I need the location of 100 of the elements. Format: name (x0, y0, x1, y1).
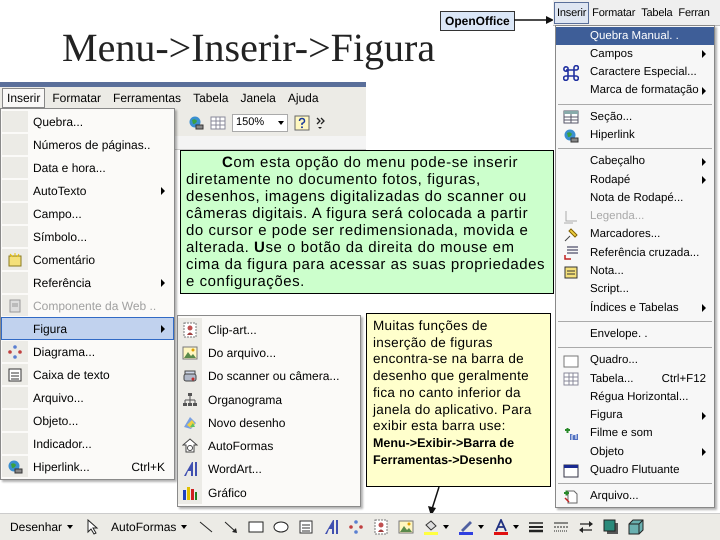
menu-item[interactable]: Hiperlink (556, 126, 714, 145)
menu-item[interactable]: Nota de Rodapé... (556, 189, 714, 208)
circle-dots-icon (7, 344, 23, 360)
file-icon (563, 488, 579, 505)
note-text: Muitas funções de inserção de figuras encontra-se na barra de desenho que geralmente fica no canto inferior da janela do aplicativo. Para exibir esta barra use: Menu->Exibir->Barra de Ferramentas->Desenho (366, 313, 551, 487)
menu-item[interactable]: Referência (1, 271, 174, 294)
menu-item[interactable]: Objeto... (1, 409, 174, 432)
menu-item[interactable]: Números de páginas.. (1, 133, 174, 156)
menu-item[interactable]: Quebra... (1, 110, 174, 133)
menu-item[interactable]: Do scanner ou câmera... (178, 364, 360, 388)
menu-item[interactable]: Quadro Flutuante (556, 462, 714, 480)
menu-item[interactable]: Diagrama... (1, 340, 174, 363)
oval-icon (273, 519, 290, 535)
callout-arrow (514, 14, 554, 26)
menu-bar-item[interactable]: Inserir (2, 88, 46, 108)
menu-item[interactable]: Filme e som (556, 424, 714, 444)
drawing-icon (182, 414, 198, 431)
menu-item[interactable]: Marcadores... (556, 226, 714, 244)
caret-icon (181, 525, 188, 529)
menu-item[interactable]: Marca de formatação (556, 82, 714, 100)
globe-icon (7, 458, 23, 474)
menu-item[interactable]: Campos (556, 45, 714, 64)
frame-icon (563, 352, 579, 369)
submenu-arrow-icon (161, 278, 165, 286)
menu-item[interactable]: Figura (556, 406, 714, 425)
pen-icon (458, 519, 474, 535)
clip-art-icon (373, 519, 390, 535)
menu-item[interactable]: Novo desenho (178, 411, 360, 434)
arrow-icon (223, 519, 240, 535)
caret-icon (278, 120, 284, 124)
menu-bar-item[interactable]: Tabela (188, 88, 234, 108)
menu-item[interactable]: Envelope. . (556, 325, 714, 344)
menu-item[interactable]: Índices e Tabelas (556, 299, 714, 318)
menu-bar-item[interactable]: Inserir (554, 2, 590, 24)
menu-bar-item[interactable]: Ajuda (282, 88, 324, 108)
menu-item[interactable]: Caractere Especial... (556, 64, 714, 82)
org-chart-icon (182, 392, 198, 408)
menu-item[interactable]: Arquivo... (556, 488, 714, 506)
menu-item[interactable]: Gráfico (178, 481, 360, 504)
caret-icon (478, 525, 484, 529)
menu-item[interactable]: WordArt... (178, 458, 360, 482)
menu-item[interactable]: Cabeçalho (556, 152, 714, 172)
caption-icon (563, 208, 579, 225)
toolbar-menu-button[interactable]: AutoFormas (109, 516, 190, 538)
zoom-combo[interactable]: 150% (232, 114, 288, 132)
menu-bar-item[interactable]: Formatar (589, 2, 638, 24)
menu-item[interactable]: Objeto (556, 443, 714, 462)
menu-item[interactable]: Referência cruzada... (556, 244, 714, 263)
menu-item[interactable]: Quadro... (556, 352, 714, 370)
letter-a-icon (323, 519, 340, 535)
menu-bar-item[interactable]: Ferran (675, 2, 713, 24)
menu-bar-item[interactable]: Tabela (638, 2, 676, 24)
globe-icon (563, 128, 579, 144)
media-icon (563, 426, 579, 442)
menu-item[interactable]: Quebra Manual. . (556, 27, 714, 46)
font-color-icon (493, 519, 510, 535)
caret-icon (67, 525, 74, 529)
line-icon (198, 519, 214, 535)
menu-item[interactable]: Nota... (556, 262, 714, 281)
menu-item[interactable]: Organograma (178, 388, 360, 412)
pushpin-icon (563, 227, 579, 244)
help-icon (294, 114, 310, 130)
list-arrow-icon (563, 245, 579, 262)
toolbar-menu-button[interactable]: Desenhar (8, 516, 76, 538)
menu-bar-item[interactable]: Ferramentas (108, 88, 186, 108)
submenu-arrow-icon (702, 50, 706, 58)
menu-item[interactable]: Régua Horizontal... (556, 388, 714, 407)
menu-item[interactable]: Hiperlink... Ctrl+K (1, 455, 174, 478)
shadow-icon (603, 519, 620, 535)
grid-icon (210, 114, 226, 130)
note-text: Com esta opção do menu pode-se inserir diretamente no documento fotos, figuras, desenhos, imagens digitalizadas do scanner ou câmeras digitais. A figura será colocada a partir do cursor e pode ser redimensionada, movida e alterada. Use o botão da direita do mouse em cima da figura para acessar as suas propriedades e configurações. (180, 150, 554, 294)
menu-item[interactable]: AutoTexto (1, 179, 174, 202)
callout-label: OpenOffice (440, 11, 515, 31)
shapes-icon (182, 438, 198, 454)
bar-chart-icon (182, 484, 198, 501)
menu-item[interactable]: Figura (1, 317, 174, 340)
menu-item[interactable]: Caixa de texto (1, 363, 174, 386)
submenu-arrow-icon (702, 87, 706, 96)
menu-item[interactable]: Clip-art... (178, 318, 360, 342)
double-arrow-icon (578, 519, 594, 535)
menu-item[interactable]: Símbolo... (1, 225, 174, 248)
menu-bar-item[interactable]: Janela (235, 88, 281, 108)
menu-item[interactable]: Comentário (1, 248, 174, 271)
menu-item[interactable]: Rodapé (556, 171, 714, 190)
menu-item[interactable]: Campo... (1, 202, 174, 225)
menu-item[interactable]: Data e hora... (1, 156, 174, 179)
menu-item[interactable]: Script... (556, 280, 714, 300)
menu-item[interactable]: Tabela... Ctrl+F12 (556, 370, 714, 388)
menu-item[interactable]: Seção... (556, 108, 714, 126)
menu-bar-item[interactable]: Formatar (47, 88, 106, 108)
window-icon (563, 462, 579, 479)
menu-item[interactable]: Indicador... (1, 432, 174, 455)
clip-art-icon (182, 322, 198, 338)
menu-item[interactable]: Do arquivo... (178, 341, 360, 365)
text-box-icon (7, 366, 23, 382)
menu-item[interactable]: AutoFormas (178, 434, 360, 458)
text-box-icon (298, 519, 314, 535)
table-icon (563, 109, 579, 126)
note-icon (563, 264, 579, 280)
menu-item[interactable]: Arquivo... (1, 386, 174, 409)
